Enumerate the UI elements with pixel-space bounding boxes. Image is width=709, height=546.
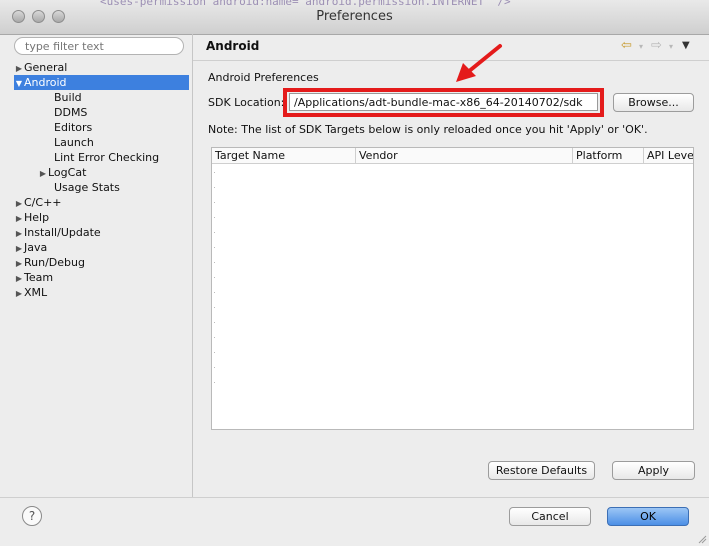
tree-item-run-debug[interactable]: ▶ Run/Debug	[14, 255, 189, 270]
table-row	[214, 262, 215, 263]
table-row	[214, 307, 215, 308]
collapsed-triangle-icon[interactable]: ▶	[14, 226, 24, 241]
browse-button[interactable]: Browse...	[613, 93, 694, 112]
restore-defaults-button[interactable]: Restore Defaults	[488, 461, 595, 480]
tree-item-label: DDMS	[54, 106, 88, 119]
forward-dropdown-icon[interactable]: ▾	[669, 42, 673, 51]
sdk-targets-table[interactable]: Target Name Vendor Platform API Leve	[211, 147, 694, 430]
filter-input[interactable]	[14, 37, 184, 55]
tree-item-launch[interactable]: Launch	[14, 135, 189, 150]
tree-item-logcat[interactable]: ▶ LogCat	[14, 165, 189, 180]
collapsed-triangle-icon[interactable]: ▶	[14, 196, 24, 211]
tree-item-java[interactable]: ▶ Java	[14, 240, 189, 255]
footer-divider	[0, 497, 709, 498]
tree-item-help[interactable]: ▶ Help	[14, 210, 189, 225]
collapsed-triangle-icon[interactable]: ▶	[38, 166, 48, 181]
table-row	[214, 382, 215, 383]
tree-item-xml[interactable]: ▶ XML	[14, 285, 189, 300]
column-header-platform[interactable]: Platform	[573, 148, 644, 163]
table-row	[214, 187, 215, 188]
preference-page: Android ⇦ ▾ ⇨ ▾ ▼ Android Preferences SD…	[193, 34, 709, 497]
back-dropdown-icon[interactable]: ▾	[639, 42, 643, 51]
back-arrow-icon[interactable]: ⇦	[621, 38, 632, 53]
tree-item-lint-error-checking[interactable]: Lint Error Checking	[14, 150, 189, 165]
tree-item-general[interactable]: ▶ General	[14, 60, 189, 75]
section-label: Android Preferences	[208, 71, 319, 84]
tree-item-label: Run/Debug	[24, 256, 85, 269]
table-header-divider	[212, 163, 693, 164]
table-row	[214, 337, 215, 338]
collapsed-triangle-icon[interactable]: ▶	[14, 241, 24, 256]
tree-item-label: Editors	[54, 121, 93, 134]
tree-item-label: Launch	[54, 136, 94, 149]
collapsed-triangle-icon[interactable]: ▶	[14, 211, 24, 226]
column-header-vendor[interactable]: Vendor	[356, 148, 573, 163]
table-row	[214, 277, 215, 278]
ok-button[interactable]: OK	[607, 507, 689, 526]
tree-item-label: Lint Error Checking	[54, 151, 160, 164]
view-menu-icon[interactable]: ▼	[682, 40, 690, 51]
table-row	[214, 322, 215, 323]
tree-item-label: General	[24, 61, 68, 74]
tree-item-label: XML	[24, 286, 48, 299]
table-row	[214, 247, 215, 248]
page-header: Android ⇦ ▾ ⇨ ▾ ▼	[193, 34, 709, 61]
apply-button[interactable]: Apply	[612, 461, 695, 480]
table-row	[214, 202, 215, 203]
column-header-target-name[interactable]: Target Name	[212, 148, 356, 163]
expanded-triangle-icon[interactable]: ▼	[14, 76, 24, 91]
tree-item-label: Team	[24, 271, 54, 284]
tree-item-team[interactable]: ▶ Team	[14, 270, 189, 285]
tree-item-c-c-[interactable]: ▶ C/C++	[14, 195, 189, 210]
preferences-window: <uses-permission android:name="android.p…	[0, 0, 709, 546]
table-row	[214, 367, 215, 368]
tree-item-editors[interactable]: Editors	[14, 120, 189, 135]
collapsed-triangle-icon[interactable]: ▶	[14, 61, 24, 76]
page-title: Android	[206, 39, 260, 53]
sdk-location-input[interactable]	[289, 93, 598, 111]
tree-item-label: Install/Update	[24, 226, 101, 239]
help-icon[interactable]: ?	[22, 506, 42, 526]
collapsed-triangle-icon[interactable]: ▶	[14, 271, 24, 286]
collapsed-triangle-icon[interactable]: ▶	[14, 256, 24, 271]
preference-tree: ▶ General ▼ Android Build DDMS Editors Launch Li…	[14, 60, 189, 300]
tree-item-label: Usage Stats	[54, 181, 120, 194]
column-header-api-level[interactable]: API Leve	[644, 148, 693, 163]
collapsed-triangle-icon[interactable]: ▶	[14, 286, 24, 301]
tree-item-build[interactable]: Build	[14, 90, 189, 105]
table-row	[214, 172, 215, 173]
forward-arrow-icon[interactable]: ⇨	[651, 38, 662, 53]
sdk-location-label: SDK Location:	[208, 96, 285, 109]
table-row	[214, 292, 215, 293]
tree-item-label: LogCat	[48, 166, 87, 179]
table-row	[214, 352, 215, 353]
tree-item-label: Help	[24, 211, 50, 224]
resize-grip-icon[interactable]	[697, 534, 707, 544]
title-bar: <uses-permission android:name="android.p…	[0, 0, 709, 35]
tree-item-label: Build	[54, 91, 82, 104]
tree-item-ddms[interactable]: DDMS	[14, 105, 189, 120]
tree-item-usage-stats[interactable]: Usage Stats	[14, 180, 189, 195]
table-row	[214, 217, 215, 218]
tree-item-label: Java	[24, 241, 48, 254]
background-editor-text: <uses-permission android:name="android.p…	[100, 0, 511, 8]
tree-item-label: C/C++	[24, 196, 62, 209]
cancel-button[interactable]: Cancel	[509, 507, 591, 526]
table-row	[214, 232, 215, 233]
tree-item-android[interactable]: ▼ Android	[14, 75, 189, 90]
window-title: Preferences	[316, 9, 393, 24]
tree-item-label: Android	[24, 76, 67, 89]
reload-note: Note: The list of SDK Targets below is o…	[208, 123, 648, 136]
tree-item-install-update[interactable]: ▶ Install/Update	[14, 225, 189, 240]
preference-tree-pane: ▶General▼AndroidBuildDDMSEditorsLaunchLi…	[6, 34, 191, 497]
